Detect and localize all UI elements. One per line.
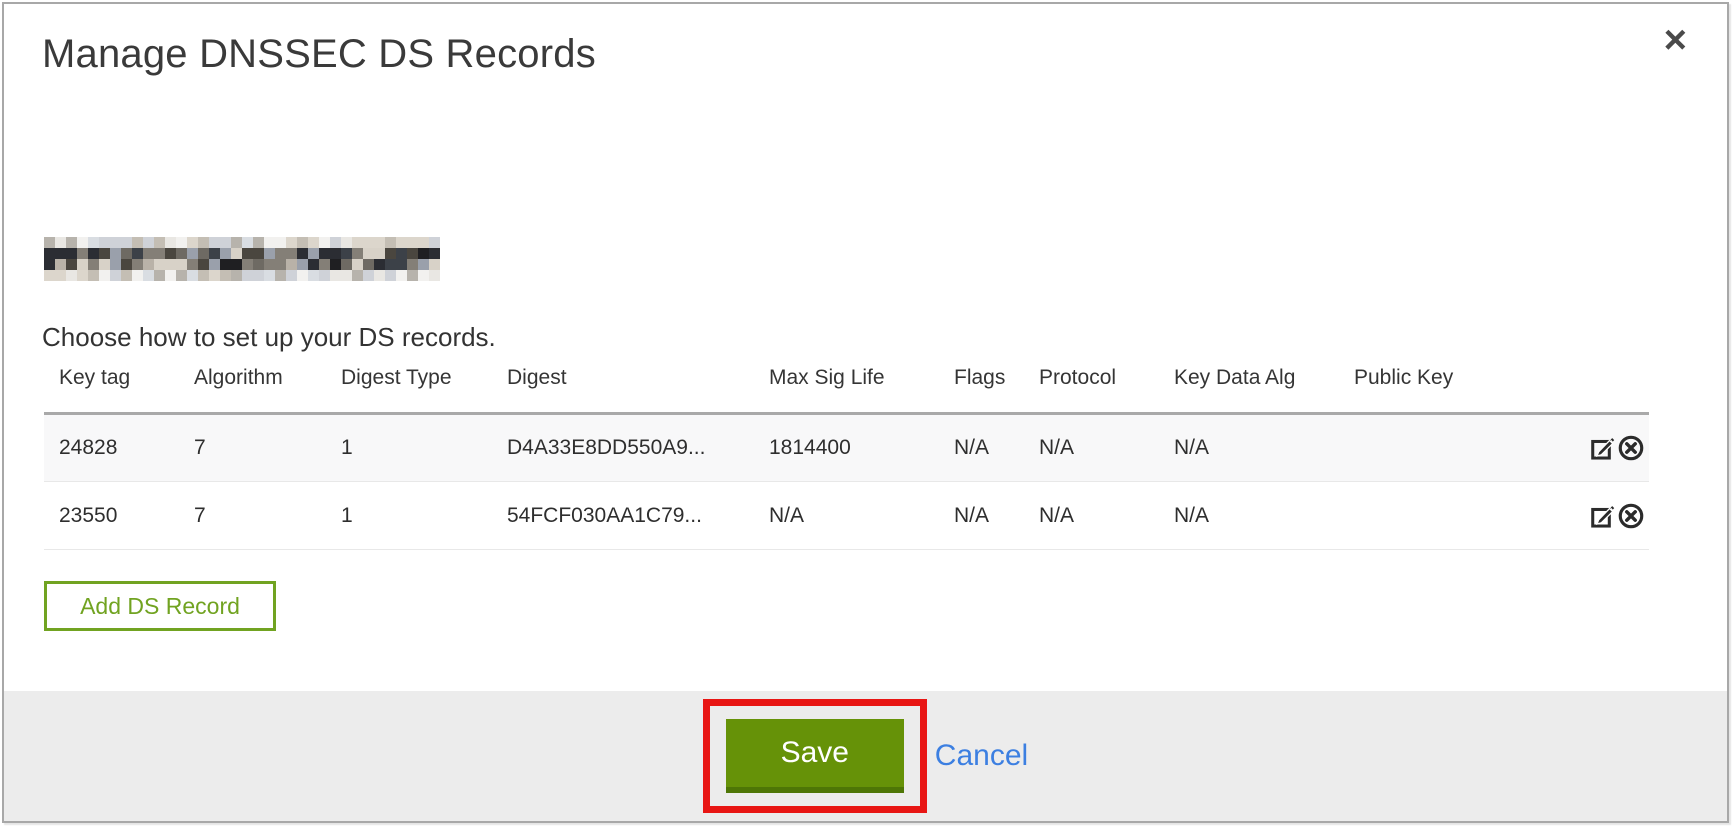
cell-protocol: N/A (1024, 414, 1159, 482)
save-highlight-box: Save (703, 699, 927, 813)
table-body: 2482871D4A33E8DD550A9...1814400N/AN/AN/A… (44, 414, 1649, 550)
cell-public-key (1339, 414, 1564, 482)
cell-public-key (1339, 482, 1564, 550)
row-actions (1564, 482, 1649, 550)
column-header-actions (1564, 366, 1649, 414)
delete-icon[interactable] (1617, 434, 1645, 462)
cell-digest-type: 1 (326, 414, 492, 482)
column-header-key-tag: Key tag (44, 366, 179, 414)
column-header-algorithm: Algorithm (179, 366, 326, 414)
delete-icon[interactable] (1617, 502, 1645, 530)
cell-protocol: N/A (1024, 482, 1159, 550)
edit-icon[interactable] (1589, 502, 1617, 530)
add-ds-record-button[interactable]: Add DS Record (44, 581, 276, 631)
domain-name-redacted (44, 237, 440, 281)
close-icon[interactable]: × (1664, 20, 1687, 60)
cell-max-sig-life: 1814400 (754, 414, 939, 482)
cell-flags: N/A (939, 414, 1024, 482)
footer-actions: Save Cancel (703, 699, 1028, 813)
table-header-row: Key tagAlgorithmDigest TypeDigestMax Sig… (44, 366, 1649, 414)
table-row: 235507154FCF030AA1C79...N/AN/AN/AN/A (44, 482, 1649, 550)
dialog-title: Manage DNSSEC DS Records (42, 32, 596, 77)
cell-flags: N/A (939, 482, 1024, 550)
ds-records-table: Key tagAlgorithmDigest TypeDigestMax Sig… (44, 366, 1649, 550)
column-header-flags: Flags (939, 366, 1024, 414)
cell-max-sig-life: N/A (754, 482, 939, 550)
cell-digest-type: 1 (326, 482, 492, 550)
cell-key-tag: 24828 (44, 414, 179, 482)
cell-key-tag: 23550 (44, 482, 179, 550)
cancel-link[interactable]: Cancel (935, 739, 1028, 773)
column-header-public-key: Public Key (1339, 366, 1564, 414)
cell-key-data-alg: N/A (1159, 482, 1339, 550)
column-header-key-data-alg: Key Data Alg (1159, 366, 1339, 414)
cell-digest: D4A33E8DD550A9... (492, 414, 754, 482)
column-header-digest: Digest (492, 366, 754, 414)
cell-algorithm: 7 (179, 482, 326, 550)
manage-dnssec-dialog: Manage DNSSEC DS Records × Choose how to… (2, 2, 1729, 823)
table-row: 2482871D4A33E8DD550A9...1814400N/AN/AN/A (44, 414, 1649, 482)
cell-digest: 54FCF030AA1C79... (492, 482, 754, 550)
cell-algorithm: 7 (179, 414, 326, 482)
dialog-footer: Save Cancel (4, 691, 1727, 821)
column-header-protocol: Protocol (1024, 366, 1159, 414)
row-actions (1564, 414, 1649, 482)
column-header-max-sig-life: Max Sig Life (754, 366, 939, 414)
cell-key-data-alg: N/A (1159, 414, 1339, 482)
column-header-digest-type: Digest Type (326, 366, 492, 414)
edit-icon[interactable] (1589, 434, 1617, 462)
setup-instruction: Choose how to set up your DS records. (42, 322, 496, 353)
save-button[interactable]: Save (726, 719, 904, 793)
